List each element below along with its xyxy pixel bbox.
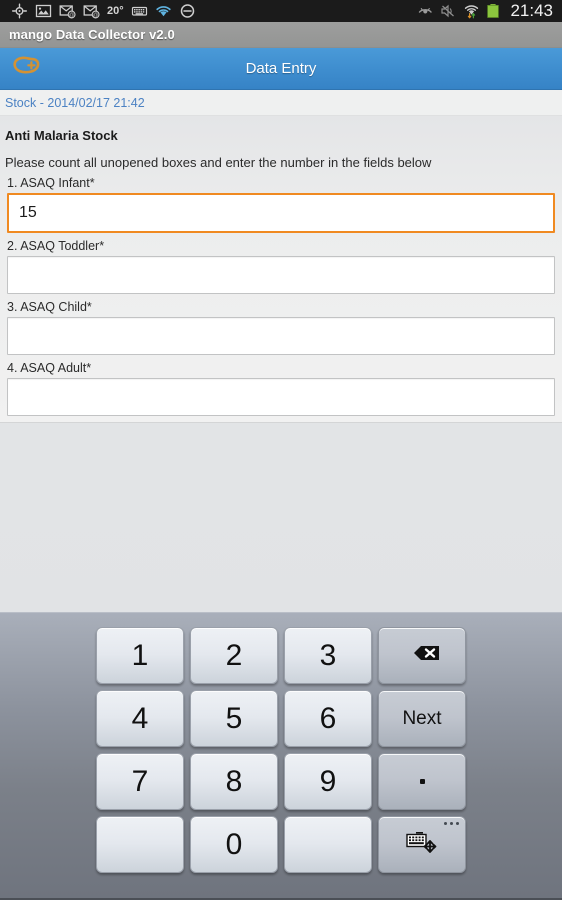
key-9[interactable]: 9	[284, 753, 372, 810]
status-bar-right-icons: 21:43	[417, 2, 557, 20]
keyboard-row-1: 1 2 3	[0, 627, 562, 684]
temperature-indicator: 20°	[107, 4, 124, 17]
key-4-label: 4	[131, 701, 149, 735]
form-fields-list: 1. ASAQ Infant* 2. ASAQ Toddler* 3. ASAQ C…	[0, 170, 562, 416]
numeric-keyboard: 1 2 3 4 5 6 Next 7 8 9 0	[0, 612, 562, 900]
key-7-label: 7	[131, 764, 149, 798]
keyboard-icon	[131, 3, 148, 19]
key-2[interactable]: 2	[190, 627, 278, 684]
form-field-input-4[interactable]	[7, 378, 555, 416]
android-screen: @ @ 20° 21:43 mango Data Collector v2.0 …	[0, 0, 562, 900]
wifi-transfer-icon	[463, 3, 480, 19]
key-blank-left	[96, 816, 184, 873]
mango-logo-icon	[9, 54, 43, 83]
key-7[interactable]: 7	[96, 753, 184, 810]
page-title: Data Entry	[245, 60, 317, 77]
gps-location-icon	[11, 3, 28, 19]
key-next[interactable]: Next	[378, 690, 466, 747]
status-bar-clock: 21:43	[510, 1, 553, 20]
sound-muted-icon	[440, 3, 457, 19]
key-next-label: Next	[402, 707, 442, 729]
app-name-bar: mango Data Collector v2.0	[0, 22, 562, 48]
form-field-label-3: 3. ASAQ Child*	[7, 300, 92, 314]
form-group-description: Please count all unopened boxes and ente…	[5, 155, 432, 170]
key-period[interactable]	[378, 753, 466, 810]
key-2-label: 2	[225, 638, 243, 672]
key-9-label: 9	[319, 764, 337, 798]
key-8-label: 8	[225, 764, 243, 798]
keyboard-row-3: 7 8 9	[0, 753, 562, 810]
breadcrumb[interactable]: Stock - 2014/02/17 21:42	[0, 90, 562, 116]
svg-text:@: @	[93, 13, 98, 19]
key-8[interactable]: 8	[190, 753, 278, 810]
form-field-2: 2. ASAQ Toddler*	[0, 233, 562, 294]
battery-icon	[486, 3, 503, 19]
form-content-area: Anti Malaria Stock Please count all unop…	[0, 116, 562, 612]
form-field-input-2[interactable]	[7, 256, 555, 294]
form-field-3: 3. ASAQ Child*	[0, 294, 562, 355]
key-1[interactable]: 1	[96, 627, 184, 684]
backspace-icon	[402, 642, 442, 670]
form-card: Anti Malaria Stock Please count all unop…	[0, 116, 562, 423]
smart-stay-eye-icon	[417, 3, 434, 19]
svg-text:@: @	[69, 13, 74, 19]
action-bar: Data Entry	[0, 48, 562, 90]
email-at-icon-1: @	[59, 3, 76, 19]
form-field-input-3[interactable]	[7, 317, 555, 355]
breadcrumb-label: Stock - 2014/02/17 21:42	[5, 95, 145, 110]
key-6-label: 6	[319, 701, 337, 735]
do-not-disturb-icon	[179, 3, 196, 19]
keyboard-switch-icon	[404, 829, 440, 861]
key-1-label: 1	[131, 638, 149, 672]
key-backspace[interactable]	[378, 627, 466, 684]
form-field-label-1: 1. ASAQ Infant*	[7, 176, 95, 190]
key-keyboard-options[interactable]	[378, 816, 466, 873]
status-bar-left-icons: @ @ 20°	[5, 3, 196, 19]
form-field-input-1[interactable]	[7, 193, 555, 233]
key-3-label: 3	[319, 638, 337, 672]
key-blank-right	[284, 816, 372, 873]
wifi-icon	[155, 3, 172, 19]
form-field-4: 4. ASAQ Adult*	[0, 355, 562, 416]
form-field-1: 1. ASAQ Infant*	[0, 170, 562, 233]
form-field-label-4: 4. ASAQ Adult*	[7, 361, 92, 375]
form-group-title: Anti Malaria Stock	[5, 128, 118, 143]
app-home-button[interactable]	[2, 54, 50, 83]
keyboard-rows: 1 2 3 4 5 6 Next 7 8 9 0	[0, 627, 562, 873]
key-3[interactable]: 3	[284, 627, 372, 684]
email-at-icon-2: @	[83, 3, 100, 19]
image-gallery-icon	[35, 3, 52, 19]
key-0[interactable]: 0	[190, 816, 278, 873]
keyboard-row-4: 0	[0, 816, 562, 873]
status-bar: @ @ 20° 21:43	[0, 0, 562, 22]
app-name-label: mango Data Collector v2.0	[9, 27, 175, 42]
keyboard-row-2: 4 5 6 Next	[0, 690, 562, 747]
form-field-label-2: 2. ASAQ Toddler*	[7, 239, 105, 253]
period-dot-icon	[419, 779, 425, 784]
key-5[interactable]: 5	[190, 690, 278, 747]
overflow-dots-icon	[444, 822, 459, 825]
key-6[interactable]: 6	[284, 690, 372, 747]
key-5-label: 5	[225, 701, 243, 735]
key-4[interactable]: 4	[96, 690, 184, 747]
key-0-label: 0	[225, 827, 243, 861]
